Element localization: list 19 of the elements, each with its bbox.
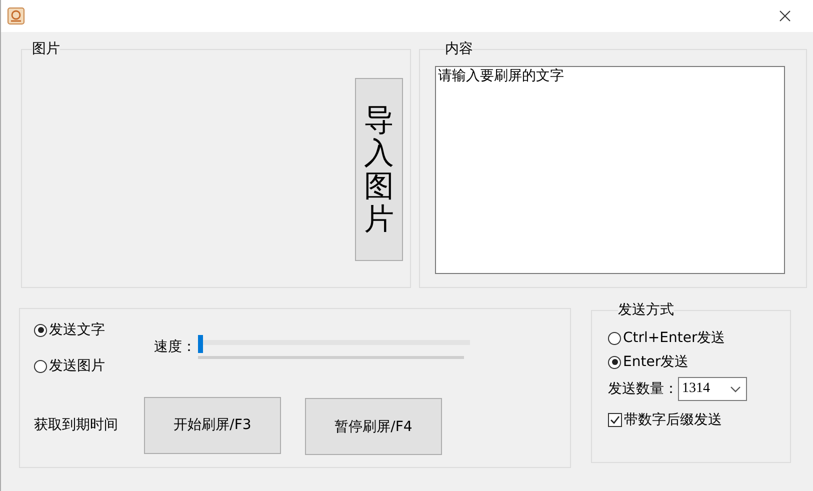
- chevron-down-icon: [730, 386, 741, 392]
- close-icon[interactable]: [779, 10, 791, 22]
- import-picture-button[interactable]: 导入图片: [355, 78, 403, 261]
- count-dropdown[interactable]: 1314: [678, 377, 747, 401]
- group-label: 发送方式: [618, 301, 674, 319]
- radio-option[interactable]: Ctrl+Enter发送: [608, 329, 780, 347]
- count-label: 发送数量：: [608, 380, 678, 398]
- radio-option[interactable]: Enter发送: [608, 353, 780, 371]
- text-input-field[interactable]: 请输入要刷屏的文字: [435, 66, 785, 274]
- group-label: 内容: [445, 40, 473, 58]
- pause-button[interactable]: 暂停刷屏/F4: [305, 398, 442, 455]
- speed-label: 速度：: [154, 338, 196, 356]
- checkbox-option[interactable]: 带数字后缀发送: [608, 411, 780, 429]
- radio-option[interactable]: 发送图片: [34, 357, 154, 375]
- group-label: 图片: [32, 40, 60, 58]
- app-icon: [7, 7, 25, 25]
- expiry-label[interactable]: 获取到期时间: [34, 416, 144, 434]
- start-button[interactable]: 开始刷屏/F3: [144, 396, 281, 454]
- radio-option[interactable]: 发送文字: [34, 321, 154, 339]
